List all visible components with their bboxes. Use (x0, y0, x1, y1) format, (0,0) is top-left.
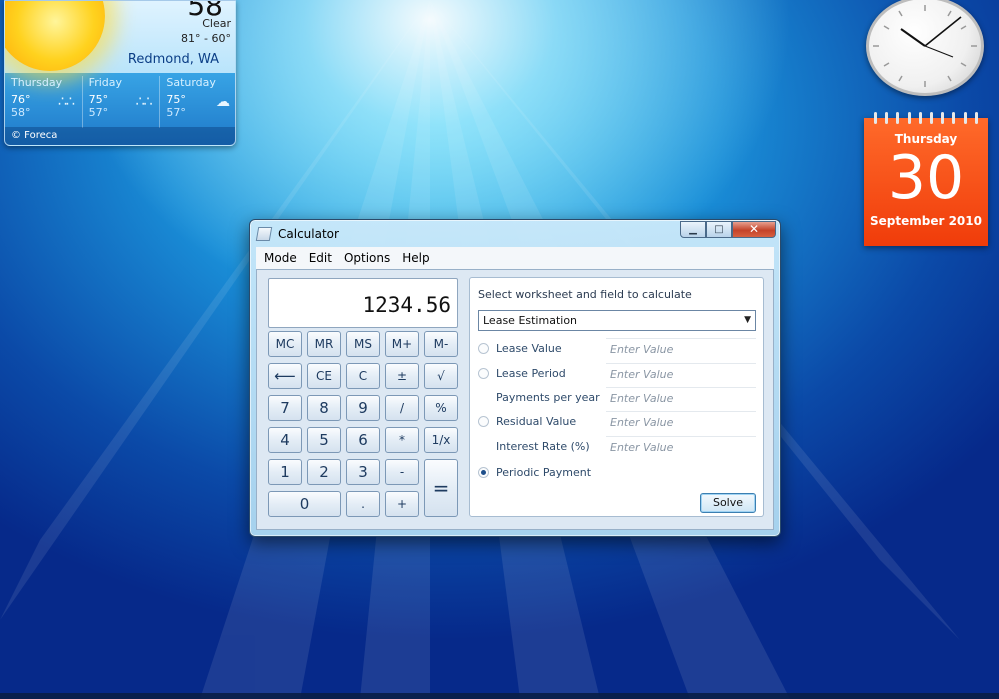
divide-button[interactable]: / (385, 395, 419, 421)
temperature-range: 81° - 60° (181, 32, 231, 45)
forecast-day-name: Friday (88, 76, 123, 89)
display-value: 1234.56 (362, 293, 451, 317)
calendar-month-year: September 2010 (870, 214, 982, 228)
digit-7-button[interactable]: 7 (268, 395, 302, 421)
sun-icon (5, 1, 105, 71)
worksheet-select[interactable]: Lease Estimation ▼ (478, 310, 756, 331)
interest-rate-input[interactable]: Enter Value (606, 436, 756, 459)
field-row-residual-value: Residual Value Enter Value (478, 411, 756, 435)
field-row-periodic-payment: Periodic Payment (478, 462, 756, 486)
memory-clear-button[interactable]: MC (268, 331, 302, 357)
reciprocal-button[interactable]: 1/x (424, 427, 458, 453)
periodic-payment-label: Periodic Payment (496, 466, 592, 479)
weather-gadget[interactable]: 58 Clear 81° - 60° Redmond, WA Thursday … (4, 0, 236, 146)
forecast-day-name: Thursday (11, 76, 63, 89)
forecast-day-name: Saturday (166, 76, 216, 89)
forecast-day: Thursday 76° 58° ∴∴ (5, 76, 83, 128)
title-bar[interactable]: Calculator ▁ □ ✕ (250, 220, 780, 247)
digit-8-button[interactable]: 8 (307, 395, 341, 421)
lease-period-input[interactable]: Enter Value (606, 363, 756, 386)
digit-5-button[interactable]: 5 (307, 427, 341, 453)
percent-button[interactable]: % (424, 395, 458, 421)
dropdown-arrow-icon: ▼ (744, 315, 751, 325)
negate-button[interactable]: ± (385, 363, 419, 389)
worksheet-panel: Select worksheet and field to calculate … (469, 277, 764, 517)
forecast-day: Friday 75° 57° ∴∴ (83, 76, 161, 128)
weather-city: Redmond, WA (127, 52, 219, 67)
square-root-button[interactable]: √ (424, 363, 458, 389)
interest-rate-label: Interest Rate (%) (496, 440, 590, 453)
field-row-lease-period: Lease Period Enter Value (478, 363, 756, 387)
add-button[interactable]: + (385, 491, 419, 517)
field-row-payments-per-year: Payments per year Enter Value (478, 387, 756, 411)
digit-1-button[interactable]: 1 (268, 459, 302, 485)
residual-value-input[interactable]: Enter Value (606, 411, 756, 434)
lease-period-label: Lease Period (496, 367, 566, 380)
menu-edit[interactable]: Edit (303, 251, 338, 265)
clock-hands-icon (873, 5, 977, 87)
decimal-button[interactable]: . (346, 491, 380, 517)
equals-button[interactable]: = (424, 459, 458, 517)
digit-9-button[interactable]: 9 (346, 395, 380, 421)
periodic-payment-radio[interactable] (478, 467, 489, 478)
close-button[interactable]: ✕ (732, 221, 776, 238)
calculator-body: 1234.56 MC MR MS M+ M- ⟵ CE C ± √ 7 8 9 … (256, 269, 774, 530)
weather-header: 58 Clear 81° - 60° Redmond, WA (5, 1, 235, 73)
memory-subtract-button[interactable]: M- (424, 331, 458, 357)
cloud-icon: ☁ (216, 94, 230, 110)
calendar-gadget[interactable]: Thursday 30 September 2010 (864, 112, 988, 246)
clear-entry-button[interactable]: CE (307, 363, 341, 389)
lease-value-label: Lease Value (496, 342, 562, 355)
menu-help[interactable]: Help (396, 251, 435, 265)
window-title: Calculator (278, 227, 339, 241)
weather-source: © Foreca (5, 127, 235, 145)
field-row-lease-value: Lease Value Enter Value (478, 338, 756, 362)
menu-options[interactable]: Options (338, 251, 396, 265)
minimize-button[interactable]: ▁ (680, 221, 706, 238)
payments-per-year-input[interactable]: Enter Value (606, 387, 756, 410)
forecast: Thursday 76° 58° ∴∴ Friday 75° 57° ∴∴ Sa… (5, 76, 235, 128)
taskbar[interactable] (0, 693, 999, 699)
digit-0-button[interactable]: 0 (268, 491, 341, 517)
backspace-button[interactable]: ⟵ (268, 363, 302, 389)
rain-icon: ∴∴ (135, 94, 153, 110)
calendar-day: 30 (887, 143, 965, 213)
lease-value-radio[interactable] (478, 343, 489, 354)
menu-bar: Mode Edit Options Help (256, 247, 774, 269)
worksheet-selected-value: Lease Estimation (483, 314, 578, 327)
memory-store-button[interactable]: MS (346, 331, 380, 357)
result-display: 1234.56 (268, 278, 458, 328)
worksheet-heading: Select worksheet and field to calculate (478, 288, 692, 301)
menu-mode[interactable]: Mode (258, 251, 303, 265)
forecast-day: Saturday 75° 57° ☁ (160, 76, 235, 128)
solve-button[interactable]: Solve (700, 493, 756, 513)
memory-recall-button[interactable]: MR (307, 331, 341, 357)
lease-period-radio[interactable] (478, 368, 489, 379)
clear-button[interactable]: C (346, 363, 380, 389)
payments-per-year-label: Payments per year (496, 391, 600, 404)
clock-face (866, 0, 984, 96)
calculator-window[interactable]: Calculator ▁ □ ✕ Mode Edit Options Help … (249, 219, 781, 537)
calendar-rings (864, 112, 988, 124)
window-controls: ▁ □ ✕ (680, 221, 776, 238)
residual-value-radio[interactable] (478, 416, 489, 427)
multiply-button[interactable]: * (385, 427, 419, 453)
clock-gadget[interactable] (864, 0, 986, 100)
digit-6-button[interactable]: 6 (346, 427, 380, 453)
weather-condition: Clear (202, 17, 231, 30)
lease-value-input[interactable]: Enter Value (606, 338, 756, 361)
residual-value-label: Residual Value (496, 415, 577, 428)
digit-2-button[interactable]: 2 (307, 459, 341, 485)
digit-3-button[interactable]: 3 (346, 459, 380, 485)
calculator-app-icon[interactable] (255, 227, 273, 241)
subtract-button[interactable]: - (385, 459, 419, 485)
rain-icon: ∴∴ (57, 94, 75, 110)
maximize-button[interactable]: □ (706, 221, 732, 238)
field-row-interest-rate: Interest Rate (%) Enter Value (478, 436, 756, 460)
digit-4-button[interactable]: 4 (268, 427, 302, 453)
memory-add-button[interactable]: M+ (385, 331, 419, 357)
